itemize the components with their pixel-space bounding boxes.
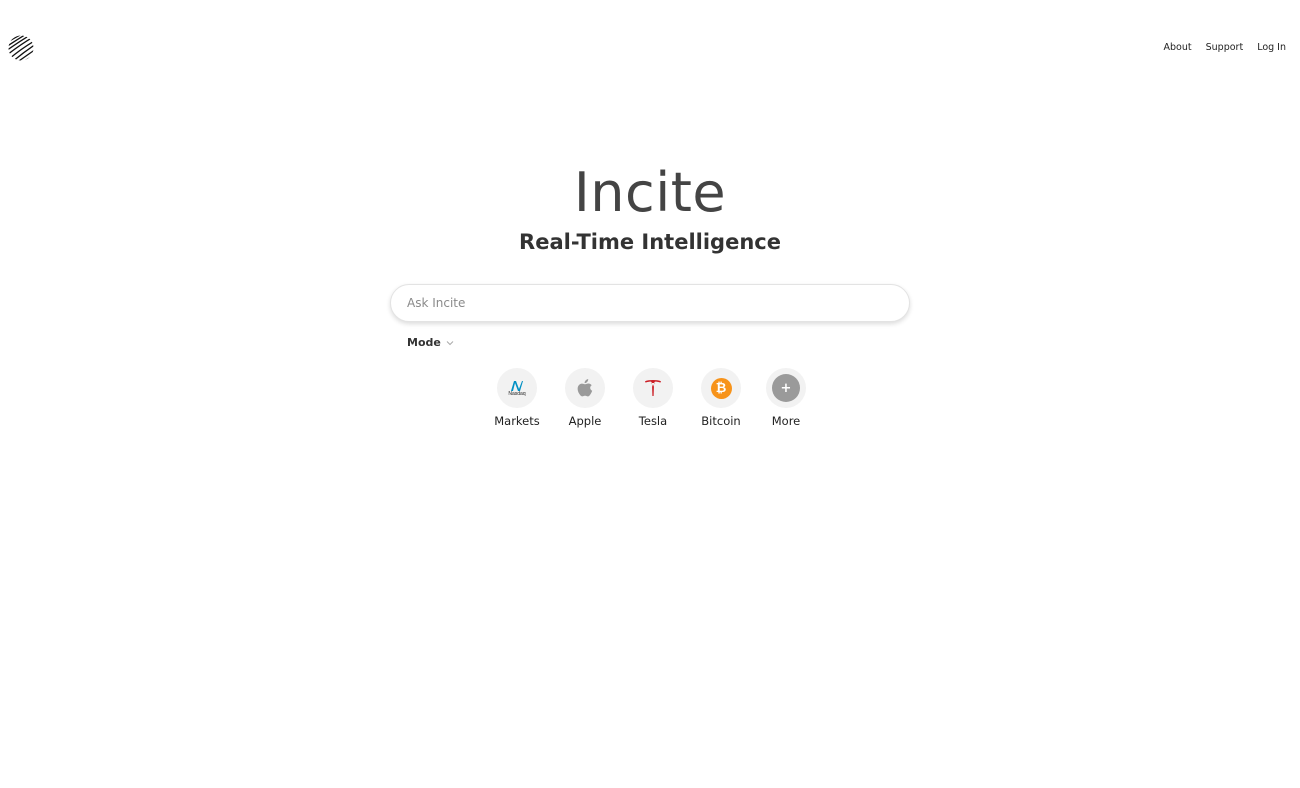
quick-link-bitcoin[interactable]: ₿ Bitcoin bbox=[691, 368, 751, 428]
quick-link-tesla[interactable]: Tesla bbox=[623, 368, 683, 428]
login-link[interactable]: Log In bbox=[1257, 42, 1286, 53]
bitcoin-symbol: ₿ bbox=[715, 380, 727, 396]
nasdaq-icon: Nasdaq bbox=[497, 368, 537, 408]
top-nav: About Support Log In bbox=[1164, 42, 1286, 53]
apple-icon bbox=[565, 368, 605, 408]
chevron-down-icon bbox=[446, 340, 454, 345]
plus-icon: + bbox=[766, 368, 806, 408]
quick-link-label: Tesla bbox=[638, 414, 668, 428]
page-subtitle: Real-Time Intelligence bbox=[519, 230, 781, 254]
about-link[interactable]: About bbox=[1164, 42, 1192, 53]
support-link[interactable]: Support bbox=[1206, 42, 1244, 53]
search-input[interactable] bbox=[407, 285, 887, 321]
quick-link-label: Bitcoin bbox=[701, 414, 741, 428]
nasdaq-logo-text: Nasdaq bbox=[508, 390, 526, 397]
bitcoin-icon: ₿ bbox=[701, 368, 741, 408]
quick-link-label: Apple bbox=[568, 414, 602, 428]
quick-link-markets[interactable]: Nasdaq Markets bbox=[487, 368, 547, 428]
tesla-icon bbox=[633, 368, 673, 408]
search-box bbox=[390, 284, 910, 322]
page-title: Incite bbox=[573, 161, 727, 224]
quick-link-more[interactable]: + More bbox=[756, 368, 816, 428]
quick-link-label: Markets bbox=[494, 414, 540, 428]
mode-label: Mode bbox=[407, 336, 441, 349]
incite-logo-fingerprint-icon[interactable] bbox=[8, 35, 34, 61]
quick-link-apple[interactable]: Apple bbox=[555, 368, 615, 428]
mode-dropdown[interactable]: Mode bbox=[407, 336, 454, 349]
plus-symbol: + bbox=[780, 380, 792, 396]
incite-home: About Support Log In Incite Real-Time In… bbox=[0, 0, 1300, 788]
quick-link-label: More bbox=[771, 414, 801, 428]
